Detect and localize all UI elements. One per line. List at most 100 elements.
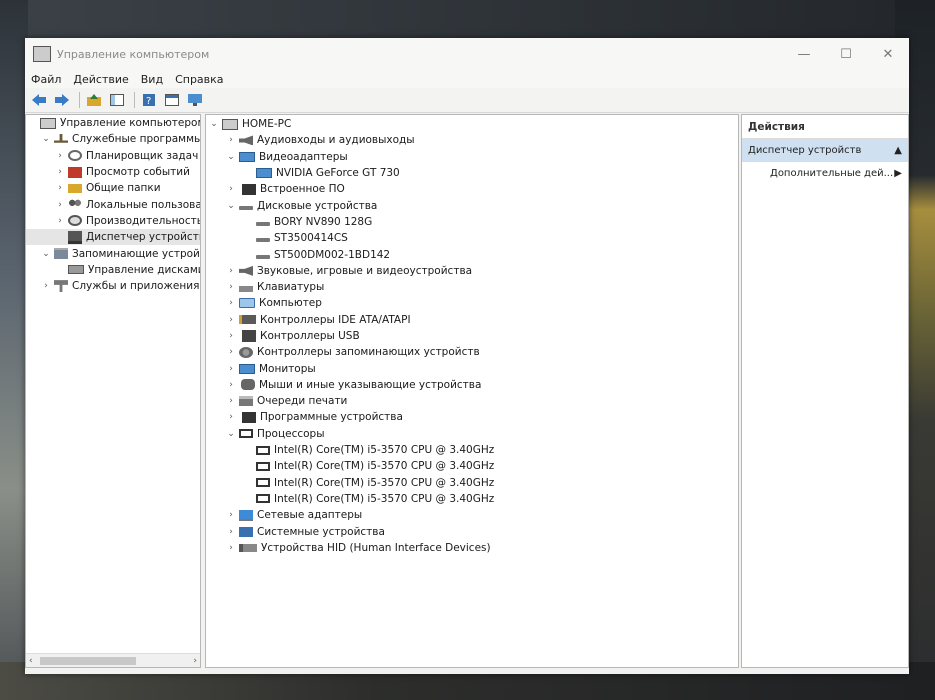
expand-chevron-icon[interactable]: › <box>225 380 237 390</box>
collapse-chevron-icon[interactable]: ⌄ <box>225 201 237 211</box>
device-tree-item[interactable]: › Мониторы <box>206 360 738 376</box>
device-tree-item-label: Устройства HID (Human Interface Devices) <box>261 541 491 554</box>
device-tree-item[interactable]: ⌄ HOME-PC <box>206 116 738 132</box>
device-tree-item[interactable]: › Звуковые, игровые и видеоустройства <box>206 263 738 279</box>
device-tree-item[interactable]: › Встроенное ПО <box>206 181 738 197</box>
show-hide-tree-button[interactable] <box>107 91 127 109</box>
device-tree-item[interactable]: › Системные устройства <box>206 523 738 539</box>
expand-chevron-icon[interactable]: › <box>225 412 237 422</box>
expand-chevron-icon[interactable]: › <box>225 266 237 276</box>
tools-icon <box>54 133 68 143</box>
expand-chevron-icon[interactable]: › <box>54 200 66 210</box>
collapse-chevron-icon[interactable]: ⌄ <box>225 152 237 162</box>
help-button[interactable]: ? <box>139 91 159 109</box>
menu-help[interactable]: Справка <box>175 73 223 86</box>
console-tree-item[interactable]: › Локальные пользовате <box>26 196 200 212</box>
device-tree-item[interactable]: Intel(R) Core(TM) i5-3570 CPU @ 3.40GHz <box>206 458 738 474</box>
expand-chevron-icon[interactable]: › <box>54 151 66 161</box>
device-tree-item[interactable]: › Клавиатуры <box>206 279 738 295</box>
maximize-button[interactable]: ☐ <box>825 38 867 70</box>
menu-action[interactable]: Действие <box>73 73 128 86</box>
monitor-icon <box>239 151 255 162</box>
device-tree-item[interactable]: › Мыши и иные указывающие устройства <box>206 377 738 393</box>
up-level-button[interactable] <box>84 91 104 109</box>
device-tree-item[interactable]: BORY NV890 128G <box>206 214 738 230</box>
console-tree-item[interactable]: › Общие папки <box>26 180 200 196</box>
expand-chevron-icon[interactable]: › <box>225 396 237 406</box>
device-tree-item[interactable]: › Контроллеры IDE ATA/ATAPI <box>206 312 738 328</box>
device-tree-item-label: Контроллеры USB <box>260 330 360 342</box>
expand-chevron-icon[interactable]: › <box>225 184 237 194</box>
expand-chevron-icon[interactable]: › <box>54 183 66 193</box>
device-tree-item[interactable]: › Контроллеры запоминающих устройств <box>206 344 738 360</box>
device-tree-item[interactable]: › Устройства HID (Human Interface Devices… <box>206 540 738 556</box>
console-tree-item[interactable]: › Службы и приложения <box>26 278 200 294</box>
expand-chevron-icon[interactable]: › <box>40 281 52 291</box>
device-tree-item[interactable]: › Программные устройства <box>206 409 738 425</box>
device-tree-item[interactable]: ST500DM002-1BD142 <box>206 246 738 262</box>
device-tree-item-label: Мыши и иные указывающие устройства <box>259 378 482 391</box>
toolbar: ? <box>25 88 909 113</box>
device-tree-item[interactable]: ⌄ Процессоры <box>206 426 738 442</box>
expand-chevron-icon[interactable]: › <box>225 510 237 520</box>
background-left <box>0 0 28 700</box>
device-tree-item[interactable]: Intel(R) Core(TM) i5-3570 CPU @ 3.40GHz <box>206 442 738 458</box>
title-bar[interactable]: Управление компьютером — ☐ ✕ <box>25 38 909 70</box>
device-tree-item[interactable]: › Аудиовходы и аудиовыходы <box>206 132 738 148</box>
expand-chevron-icon[interactable]: › <box>225 331 237 341</box>
collapse-chevron-icon[interactable]: ⌄ <box>40 134 52 144</box>
expand-chevron-icon[interactable]: › <box>54 167 66 177</box>
more-actions-item[interactable]: Дополнительные дей... ▶ <box>742 162 908 185</box>
collapse-chevron-icon[interactable]: ⌄ <box>208 119 220 129</box>
device-tree-item[interactable]: ⌄ Видеоадаптеры <box>206 149 738 165</box>
monitor-button[interactable] <box>185 91 205 109</box>
console-tree-item[interactable]: › Производительность <box>26 213 200 229</box>
collapse-arrow-icon[interactable]: ▲ <box>894 145 902 156</box>
scrollbar-thumb[interactable] <box>40 657 136 665</box>
expand-chevron-icon[interactable]: › <box>225 298 237 308</box>
scroll-left-button[interactable]: ‹ <box>29 656 33 666</box>
device-tree: ⌄ HOME-PC › Аудиовходы и аудиовыходы ⌄ Видеоа… <box>206 115 738 556</box>
device-tree-item[interactable]: Intel(R) Core(TM) i5-3570 CPU @ 3.40GHz <box>206 475 738 491</box>
actions-device-manager[interactable]: Диспетчер устройств ▲ <box>742 139 908 162</box>
event-log-icon <box>68 166 82 178</box>
console-tree-item[interactable]: ⌄ Служебные программы <box>26 131 200 147</box>
device-tree-item[interactable]: › Очереди печати <box>206 393 738 409</box>
collapse-chevron-icon[interactable]: ⌄ <box>40 249 52 259</box>
device-tree-item[interactable]: NVIDIA GeForce GT 730 <box>206 165 738 181</box>
expand-chevron-icon[interactable]: › <box>225 347 237 357</box>
console-tree-item[interactable]: › Планировщик задач <box>26 148 200 164</box>
expand-chevron-icon[interactable]: › <box>225 282 237 292</box>
console-tree-item[interactable]: Диспетчер устройств <box>26 229 200 246</box>
processor-icon <box>256 478 270 488</box>
device-tree-item[interactable]: Intel(R) Core(TM) i5-3570 CPU @ 3.40GHz <box>206 491 738 507</box>
console-tree-item[interactable]: ⌄ Запоминающие устройст <box>26 245 200 261</box>
expand-chevron-icon[interactable]: › <box>225 364 237 374</box>
device-tree-item-label: Процессоры <box>257 427 325 440</box>
menu-file[interactable]: Файл <box>31 73 61 86</box>
forward-button[interactable] <box>52 91 72 109</box>
close-button[interactable]: ✕ <box>867 38 909 70</box>
device-tree-item[interactable]: › Контроллеры USB <box>206 328 738 344</box>
expand-chevron-icon[interactable]: › <box>225 543 237 553</box>
device-tree-item[interactable]: ST3500414CS <box>206 230 738 246</box>
expand-chevron-icon[interactable]: › <box>225 527 237 537</box>
menu-view[interactable]: Вид <box>141 73 163 86</box>
console-tree-item[interactable]: Управление компьютером (л <box>26 115 200 131</box>
properties-button[interactable] <box>162 91 182 109</box>
device-tree-item[interactable]: › Сетевые адаптеры <box>206 507 738 523</box>
device-tree-item[interactable]: ⌄ Дисковые устройства <box>206 197 738 213</box>
console-tree-item[interactable]: Управление дисками <box>26 262 200 278</box>
device-tree-item[interactable]: › Компьютер <box>206 295 738 311</box>
expand-chevron-icon[interactable]: › <box>225 315 237 325</box>
expand-chevron-icon[interactable]: › <box>225 135 237 145</box>
scroll-right-button[interactable]: › <box>193 656 197 666</box>
properties-icon <box>165 94 179 106</box>
minimize-button[interactable]: — <box>783 38 825 70</box>
console-tree-item-label: Общие папки <box>86 182 161 195</box>
collapse-chevron-icon[interactable]: ⌄ <box>225 429 237 439</box>
expand-chevron-icon[interactable]: › <box>54 216 66 226</box>
horizontal-scrollbar[interactable]: ‹ › <box>26 653 200 667</box>
console-tree-item[interactable]: › Просмотр событий <box>26 164 200 180</box>
back-button[interactable] <box>29 91 49 109</box>
